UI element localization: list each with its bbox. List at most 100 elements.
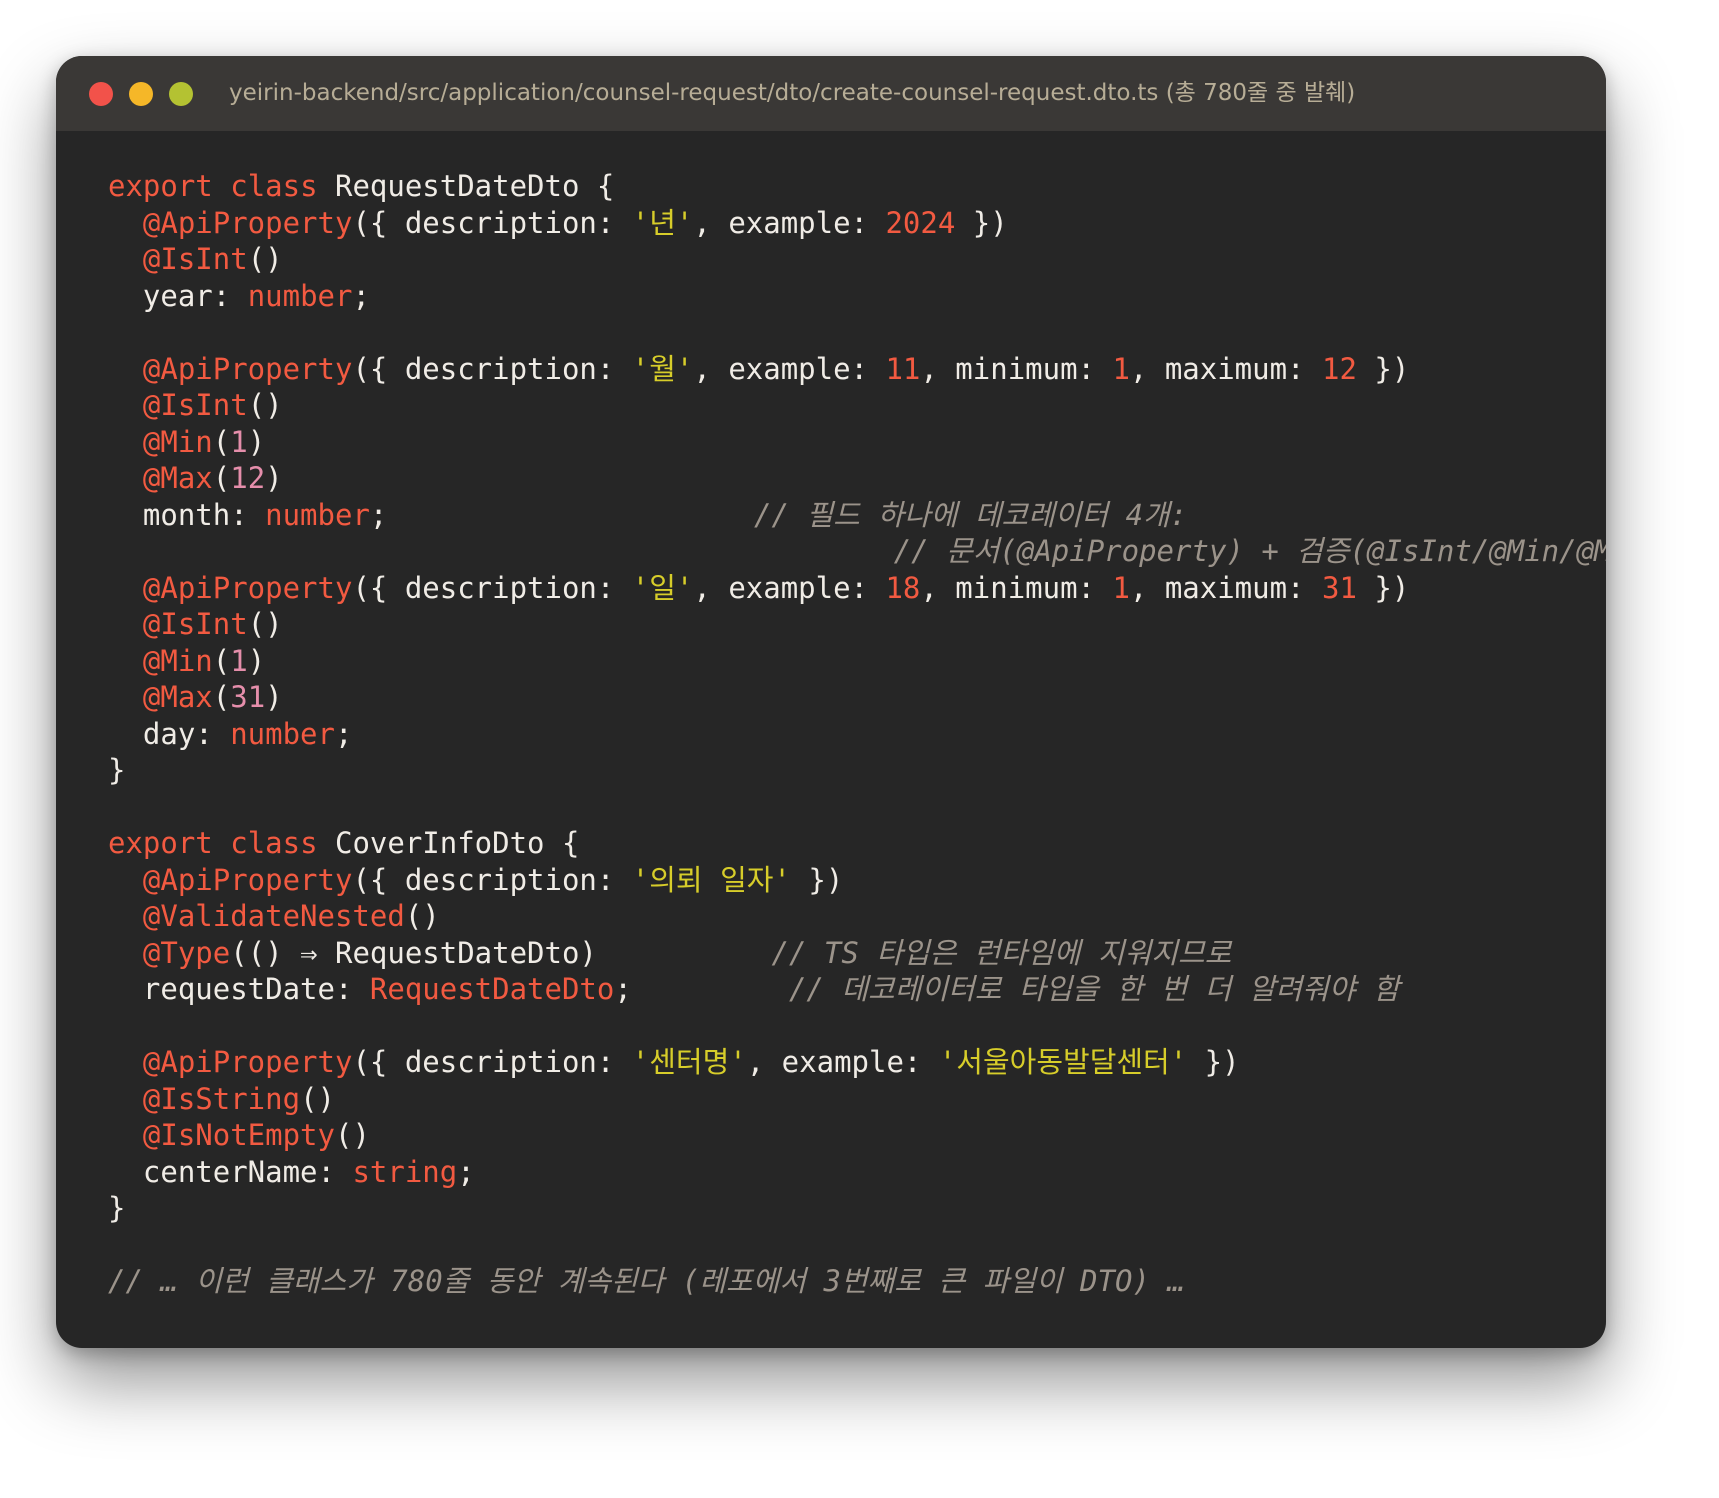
code-line: @IsNotEmpty() [108, 1117, 1606, 1154]
code-token: () [404, 899, 440, 933]
code-token: 1 [230, 643, 248, 678]
code-token: () [334, 1118, 370, 1152]
code-window: yeirin-backend/src/application/counsel-r… [56, 56, 1606, 1348]
code-token: @ApiProperty [142, 351, 353, 386]
code-token: ) [265, 461, 283, 495]
code-token: 11 [885, 351, 921, 386]
code-block[interactable]: export class RequestDateDto { @ApiProper… [108, 168, 1606, 1300]
code-token: 18 [885, 570, 921, 605]
code-token: ({ description: [352, 1045, 632, 1079]
code-token: 31 [1321, 570, 1357, 605]
code-token: @ApiProperty [142, 205, 353, 240]
code-line: export class CoverInfoDto { [108, 825, 1606, 862]
code-line: @ApiProperty({ description: '일', example… [108, 570, 1606, 607]
code-token: 1 [230, 424, 248, 459]
code-token: string [352, 1154, 458, 1189]
code-line: @ApiProperty({ description: '년', example… [108, 205, 1606, 242]
code-line: centerName: string; [108, 1154, 1606, 1191]
code-line: // … 이런 클래스가 780줄 동안 계속된다 (레포에서 3번째로 큰 파… [108, 1263, 1606, 1300]
code-token: '서울아동발달센터' [938, 1045, 1188, 1079]
code-line: @ValidateNested() [108, 898, 1606, 935]
code-token: ) [247, 424, 266, 459]
code-token: ) [265, 680, 283, 714]
code-token: number [247, 278, 353, 313]
code-token: 1 [1112, 351, 1130, 386]
code-token: 12 [230, 461, 266, 495]
code-token: ; [352, 278, 370, 313]
code-line: month: number; // 필드 하나에 데코레이터 4개: [108, 497, 1606, 534]
code-token: () [247, 607, 283, 641]
code-line: @ApiProperty({ description: '월', example… [108, 351, 1606, 388]
code-token: ; [457, 1154, 475, 1189]
code-token: ({ description: [352, 862, 632, 897]
code-line: day: number; [108, 716, 1606, 753]
code-line: @Min(1) [108, 643, 1606, 680]
code-comment: // 데코레이터로 타입을 한 번 더 알려줘야 함 [788, 972, 1400, 1006]
code-token: , minimum: [920, 570, 1113, 605]
code-token: 31 [230, 680, 266, 714]
code-token: () [247, 242, 283, 276]
code-line: @Max(12) [108, 460, 1606, 497]
code-token: ; [334, 716, 353, 751]
code-token: }) [790, 862, 844, 897]
code-line: requestDate: RequestDateDto; // 데코레이터로 타… [108, 971, 1606, 1008]
code-token: ( [212, 461, 231, 495]
code-line: export class RequestDateDto { [108, 168, 1606, 205]
window-title: yeirin-backend/src/application/counsel-r… [229, 80, 1356, 106]
code-token: }) [1356, 570, 1410, 605]
code-token: class [230, 826, 318, 860]
code-token: @Type [142, 935, 231, 970]
zoom-button[interactable] [169, 82, 193, 106]
code-token: class [230, 169, 318, 203]
code-token: ({ description: [352, 205, 632, 240]
code-token: ( [212, 643, 231, 678]
code-token: 2024 [885, 205, 956, 240]
code-token: export [108, 826, 213, 860]
code-token: @ApiProperty [142, 570, 353, 605]
code-token: @ApiProperty [142, 1045, 353, 1079]
code-line: @Min(1) [108, 424, 1606, 461]
close-button[interactable] [89, 82, 113, 106]
code-token: CoverInfoDto { [317, 826, 580, 860]
code-token: RequestDateDto { [317, 169, 615, 203]
code-line: @Max(31) [108, 679, 1606, 716]
code-token: , example: [746, 1045, 939, 1079]
code-token: month: [108, 497, 266, 532]
code-line: @ApiProperty({ description: '센터명', examp… [108, 1044, 1606, 1081]
code-comment: // 문서(@ApiProperty) + 검증(@IsInt/@Min/@Ma… [893, 534, 1606, 568]
code-token: year: [108, 278, 248, 313]
code-token: 1 [1112, 570, 1130, 605]
code-token: export [108, 169, 213, 203]
code-token: ( [212, 424, 231, 459]
code-token: '일' [631, 570, 694, 605]
code-token: }) [1187, 1045, 1240, 1079]
code-token: (() ⇒ RequestDateDto) [230, 935, 772, 970]
minimize-button[interactable] [129, 82, 153, 106]
code-token: , example: [693, 205, 886, 240]
code-token: @Min [142, 424, 213, 459]
code-token: , maximum: [1129, 351, 1322, 386]
code-token: '월' [631, 351, 694, 386]
code-comment: // … 이런 클래스가 780줄 동안 계속된다 (레포에서 3번째로 큰 파… [108, 1264, 1185, 1298]
code-token: } [108, 1191, 126, 1225]
code-token: '의뢰 일자' [631, 862, 791, 897]
code-token: () [247, 388, 283, 422]
code-token: () [300, 1081, 335, 1116]
code-token: @ValidateNested [142, 899, 405, 933]
title-bar: yeirin-backend/src/application/counsel-r… [56, 56, 1606, 131]
code-token: RequestDateDto [369, 972, 615, 1006]
